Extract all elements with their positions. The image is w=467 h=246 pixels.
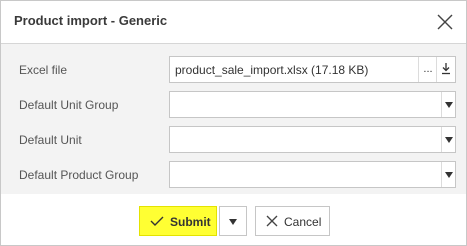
default-unit-row: Default Unit [1, 124, 466, 156]
default-product-group-label: Default Product Group [19, 168, 139, 182]
excel-file-row: Excel file product_sale_import.xlsx (17.… [1, 54, 466, 86]
default-unit-group-row: Default Unit Group [1, 89, 466, 121]
product-import-dialog: Product import - Generic Excel file prod… [0, 0, 467, 246]
more-icon: ... [423, 63, 433, 75]
default-unit-select[interactable] [169, 126, 456, 153]
dialog-body: Excel file product_sale_import.xlsx (17.… [1, 44, 466, 194]
cancel-button[interactable]: Cancel [255, 206, 330, 236]
chevron-down-icon[interactable] [441, 127, 455, 152]
submit-button[interactable]: Submit [139, 206, 217, 236]
dialog-title: Product import - Generic [14, 13, 168, 28]
default-product-group-select[interactable] [169, 161, 456, 188]
close-icon [266, 215, 278, 227]
download-icon [442, 63, 450, 75]
cancel-label: Cancel [284, 215, 322, 229]
close-icon [437, 14, 453, 30]
submit-options-dropdown[interactable] [219, 206, 247, 236]
default-product-group-row: Default Product Group [1, 159, 466, 191]
dialog-footer: Submit Cancel [1, 195, 466, 245]
default-unit-group-label: Default Unit Group [19, 98, 119, 112]
chevron-down-icon[interactable] [441, 162, 455, 187]
default-unit-label: Default Unit [19, 133, 82, 147]
chevron-down-icon[interactable] [441, 92, 455, 117]
excel-file-value: product_sale_import.xlsx (17.18 KB) [175, 63, 369, 77]
submit-label: Submit [170, 215, 211, 229]
browse-file-button[interactable]: ... [418, 57, 437, 82]
excel-file-field[interactable]: product_sale_import.xlsx (17.18 KB) ... [169, 56, 456, 83]
download-file-button[interactable] [436, 57, 455, 82]
default-unit-group-select[interactable] [169, 91, 456, 118]
check-icon [150, 216, 164, 226]
close-button[interactable] [432, 9, 458, 35]
excel-file-label: Excel file [19, 63, 68, 77]
dialog-header: Product import - Generic [1, 1, 466, 44]
